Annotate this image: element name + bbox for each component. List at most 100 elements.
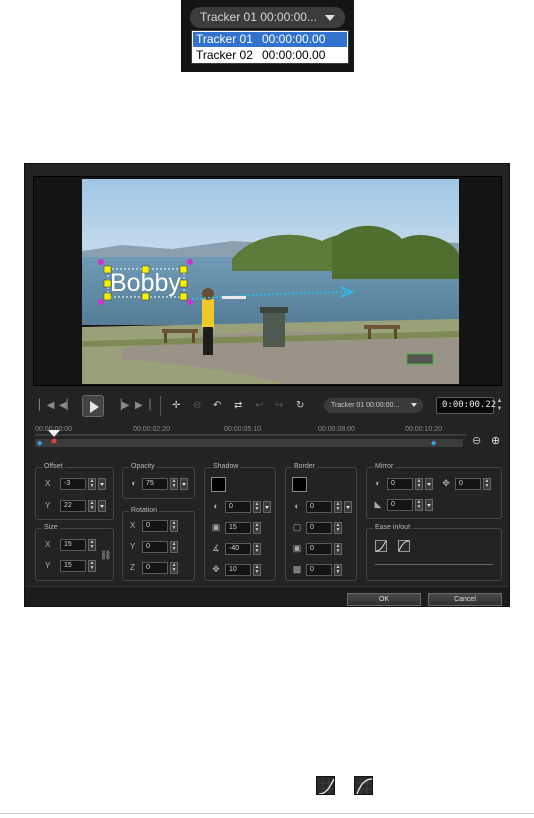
border-title: Border bbox=[292, 462, 318, 472]
shadow-blur-input[interactable]: 15 bbox=[225, 522, 251, 534]
mirror-fade-dropdown[interactable] bbox=[425, 499, 433, 511]
border-width-input[interactable]: 0 bbox=[306, 522, 332, 534]
offset-y-stepper[interactable]: ▲ ▼ bbox=[88, 500, 96, 512]
shadow-group: Shadow ◐ 0 ▲ ▼ ▣ 15 ▲ ▼ ∡ -40 ▲ ▼ ✥ 10 ▲ ▼ bbox=[204, 462, 276, 581]
go-to-end-icon[interactable]: ▶▕ bbox=[135, 399, 150, 413]
mirror-distance-stepper[interactable]: ▲ ▼ bbox=[483, 478, 491, 490]
ease-out-icon[interactable] bbox=[398, 540, 410, 552]
mirror-distance-input[interactable]: 0 bbox=[455, 478, 481, 490]
border-corner-stepper[interactable]: ▲ ▼ bbox=[334, 564, 342, 576]
ease-in-icon[interactable] bbox=[375, 540, 387, 552]
track-motion-icon[interactable]: ↻ bbox=[296, 399, 304, 413]
motion-tracking-dialog: Bobby ▏◀ ◀▏ ▕▶ ▶▕ ✛ ⊖ ↶ ⇄ ↩ ↪ ↻ Tracker … bbox=[24, 163, 510, 607]
border-opacity-input[interactable]: 0 bbox=[306, 501, 332, 513]
shadow-color-swatch[interactable] bbox=[211, 477, 226, 492]
undo-icon[interactable]: ↩ bbox=[255, 399, 263, 413]
size-x-stepper[interactable]: ▲ ▼ bbox=[88, 539, 96, 551]
tracker-select-toolbar-label: Tracker 01 00:00:00... bbox=[331, 402, 400, 409]
add-tracker-icon[interactable]: ✛ bbox=[172, 399, 180, 413]
border-group: Border ◐ 0 ▲ ▼ ▢ 0 ▲ ▼ ▣ 0 ▲ ▼ ▩ 0 ▲ ▼ bbox=[285, 462, 357, 581]
shadow-distance-icon: ✥ bbox=[212, 564, 220, 574]
tracker-option-name: Tracker 02 bbox=[196, 48, 253, 62]
keyframe-end-icon[interactable]: ◆ bbox=[431, 440, 436, 447]
offset-y-input[interactable]: 22 bbox=[60, 500, 86, 512]
tracker-option-time: 00:00:00.00 bbox=[262, 32, 326, 46]
playhead-icon[interactable] bbox=[47, 422, 61, 446]
border-opacity-stepper[interactable]: ▲ ▼ bbox=[334, 501, 342, 513]
rotation-x-stepper[interactable]: ▲ ▼ bbox=[170, 520, 178, 532]
rotation-z-input[interactable]: 0 bbox=[142, 562, 168, 574]
remove-tracker-icon[interactable]: ⊖ bbox=[193, 399, 201, 413]
opacity-input[interactable]: 75 bbox=[142, 478, 168, 490]
ease-group: Ease in/out bbox=[366, 523, 502, 581]
mirror-fade-stepper[interactable]: ▲ ▼ bbox=[415, 499, 423, 511]
mirror-opacity-input[interactable]: 0 bbox=[387, 478, 413, 490]
overlay-text[interactable]: Bobby bbox=[110, 269, 181, 297]
timecode-stepper[interactable]: ▲ ▼ bbox=[496, 397, 503, 414]
video-frame-image: Bobby bbox=[82, 179, 459, 384]
tracker-select[interactable]: Tracker 01 00:00:00... bbox=[190, 7, 345, 28]
tracker-option-01[interactable]: Tracker 01 00:00:00.00 bbox=[193, 32, 347, 47]
border-width-stepper[interactable]: ▲ ▼ bbox=[334, 522, 342, 534]
step-forward-icon[interactable]: ▕▶ bbox=[114, 399, 129, 413]
offset-x-stepper[interactable]: ▲ ▼ bbox=[88, 478, 96, 490]
border-corner-icon: ▩ bbox=[292, 564, 302, 574]
border-corner-input[interactable]: 0 bbox=[306, 564, 332, 576]
zoom-out-icon[interactable]: ⊖ bbox=[472, 434, 481, 447]
rotation-y-stepper[interactable]: ▲ ▼ bbox=[170, 541, 178, 553]
play-button[interactable] bbox=[82, 395, 104, 417]
step-back-icon[interactable]: ◀▏ bbox=[59, 399, 74, 413]
tracker-select-toolbar[interactable]: Tracker 01 00:00:00... bbox=[324, 398, 423, 413]
rotation-group: Rotation X 0 ▲ ▼ Y 0 ▲ ▼ Z 0 ▲ ▼ bbox=[122, 506, 195, 581]
link-icon[interactable]: ⛓ bbox=[100, 550, 111, 560]
ease-title: Ease in/out bbox=[373, 523, 413, 533]
shadow-blur-stepper[interactable]: ▲ ▼ bbox=[253, 522, 261, 534]
shadow-opacity-dropdown[interactable] bbox=[263, 501, 271, 513]
shadow-distance-stepper[interactable]: ▲ ▼ bbox=[253, 564, 261, 576]
timeline-ruler[interactable]: 00:00:00:00 00:00:02:20 00:00:05:10 00:0… bbox=[35, 426, 467, 438]
video-preview[interactable]: Bobby bbox=[82, 179, 459, 384]
mirror-group: Mirror ◐ 0 ▲ ▼ ✥ 0 ▲ ▼ ◣ 0 ▲ ▼ bbox=[366, 462, 502, 519]
mirror-fade-input[interactable]: 0 bbox=[387, 499, 413, 511]
border-color-swatch[interactable] bbox=[292, 477, 307, 492]
page-divider bbox=[0, 813, 534, 814]
ok-button[interactable]: OK bbox=[347, 593, 421, 606]
offset-x-input[interactable]: -3 bbox=[60, 478, 86, 490]
rotation-z-stepper[interactable]: ▲ ▼ bbox=[170, 562, 178, 574]
opacity-dropdown[interactable] bbox=[180, 478, 188, 490]
go-to-start-icon[interactable]: ▏◀ bbox=[39, 399, 54, 413]
swap-icon[interactable]: ⇄ bbox=[234, 399, 242, 413]
border-blur-stepper[interactable]: ▲ ▼ bbox=[334, 543, 342, 555]
mirror-opacity-stepper[interactable]: ▲ ▼ bbox=[415, 478, 423, 490]
offset-y-dropdown[interactable] bbox=[98, 500, 106, 512]
tracker-option-time: 00:00:00.00 bbox=[262, 48, 326, 62]
opacity-stepper[interactable]: ▲ ▼ bbox=[170, 478, 178, 490]
shadow-opacity-stepper[interactable]: ▲ ▼ bbox=[253, 501, 261, 513]
rotation-y-input[interactable]: 0 bbox=[142, 541, 168, 553]
redo-icon[interactable]: ↪ bbox=[275, 399, 283, 413]
shadow-distance-input[interactable]: 10 bbox=[225, 564, 251, 576]
rotation-x-input[interactable]: 0 bbox=[142, 520, 168, 532]
border-blur-input[interactable]: 0 bbox=[306, 543, 332, 555]
shadow-title: Shadow bbox=[211, 462, 241, 472]
shadow-angle-input[interactable]: -40 bbox=[225, 543, 251, 555]
mirror-opacity-dropdown[interactable] bbox=[425, 478, 433, 490]
offset-x-dropdown[interactable] bbox=[98, 478, 106, 490]
size-y-stepper[interactable]: ▲ ▼ bbox=[88, 560, 96, 572]
offset-title: Offset bbox=[42, 462, 65, 472]
timecode-field[interactable]: 0:00:00.22 bbox=[436, 397, 496, 414]
keyframe-track[interactable] bbox=[35, 439, 463, 447]
reset-icon[interactable]: ↶ bbox=[213, 399, 221, 413]
zoom-in-icon[interactable]: ⊕ bbox=[491, 434, 500, 447]
tracker-option-02[interactable]: Tracker 02 00:00:00.00 bbox=[193, 48, 347, 63]
size-x-input[interactable]: 15 bbox=[60, 539, 86, 551]
toolbar-divider bbox=[160, 396, 161, 416]
ease-slider-track[interactable] bbox=[375, 564, 493, 565]
border-opacity-dropdown[interactable] bbox=[344, 501, 352, 513]
cancel-button[interactable]: Cancel bbox=[428, 593, 502, 606]
mirror-opacity-icon: ◐ bbox=[375, 478, 381, 488]
shadow-opacity-input[interactable]: 0 bbox=[225, 501, 251, 513]
shadow-angle-stepper[interactable]: ▲ ▼ bbox=[253, 543, 261, 555]
keyframe-start-icon[interactable]: ◆ bbox=[37, 440, 42, 447]
size-y-input[interactable]: 15 bbox=[60, 560, 86, 572]
